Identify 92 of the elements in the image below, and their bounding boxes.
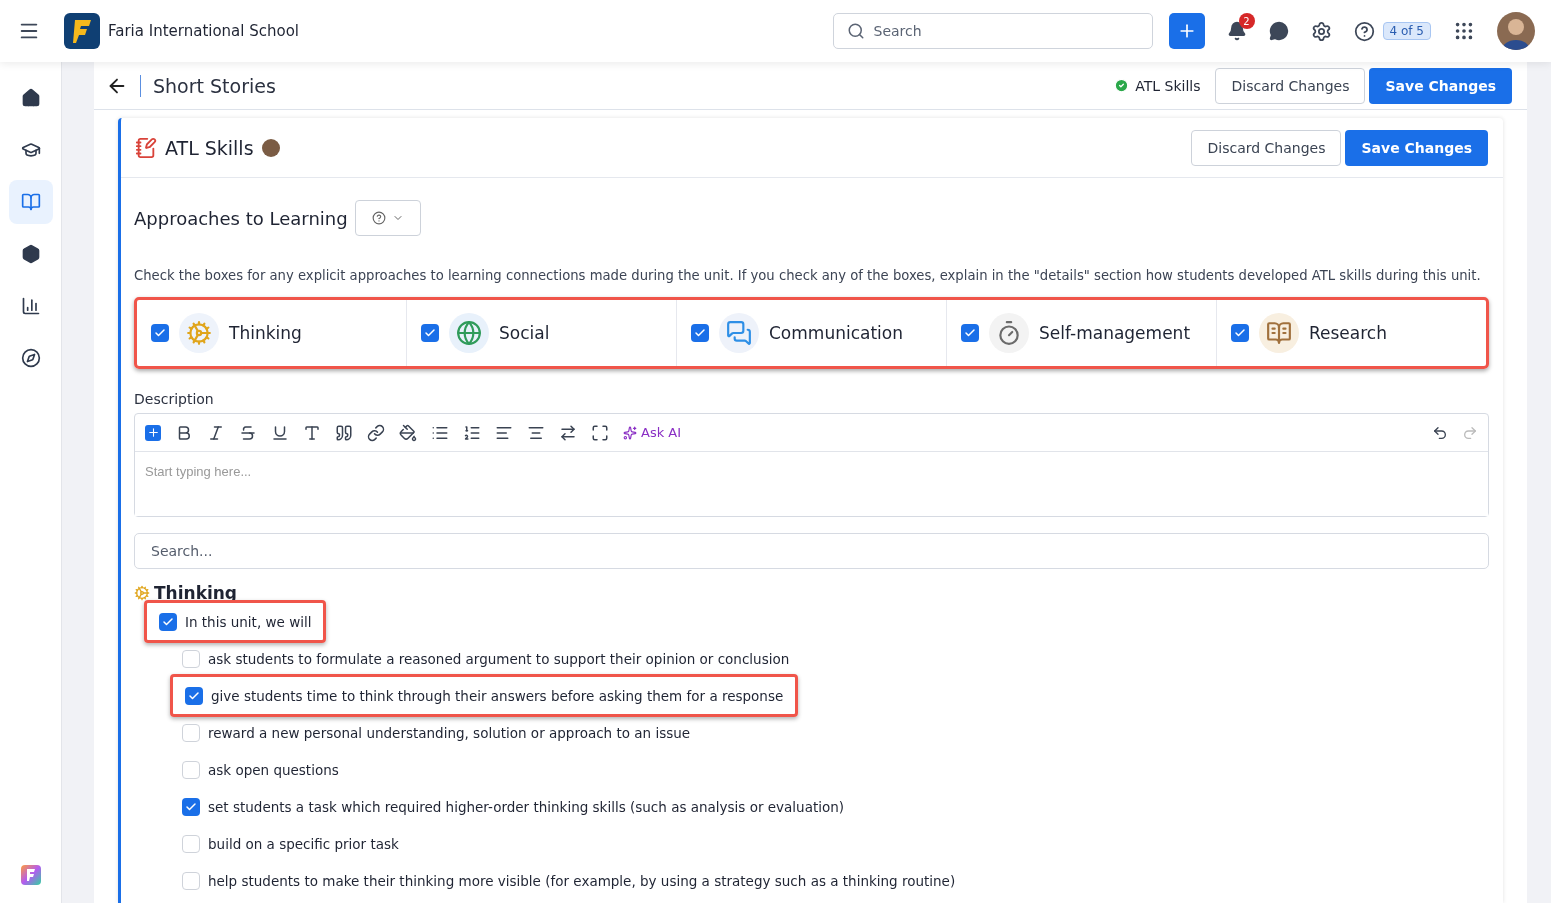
checklist-item[interactable]: build on a specific prior task	[182, 825, 399, 862]
checklist-item[interactable]: ask students to formulate a reasoned argument to support their opinion or conclusion	[182, 640, 790, 677]
checkbox[interactable]	[182, 871, 200, 890]
app-logo-icon[interactable]	[20, 865, 41, 885]
arrows-icon[interactable]	[559, 423, 577, 442]
skill-option[interactable]: Thinking	[137, 300, 407, 366]
fullscreen-icon[interactable]	[591, 423, 609, 442]
checklist-item[interactable]: In this unit, we will	[144, 600, 327, 643]
user-avatar	[261, 138, 280, 157]
school-logo	[64, 13, 100, 49]
check-icon	[964, 327, 976, 339]
book-icon	[20, 192, 41, 212]
gears-icon	[134, 585, 150, 601]
numbered-list-icon[interactable]	[463, 423, 481, 442]
checkbox[interactable]	[421, 324, 439, 342]
checkbox[interactable]	[182, 649, 200, 668]
self-management-icon	[989, 313, 1029, 353]
ask-ai-button[interactable]: Ask AI	[623, 425, 682, 440]
research-icon	[1259, 313, 1299, 353]
checkbox[interactable]	[961, 324, 979, 342]
apps-grid-icon[interactable]	[1453, 20, 1475, 42]
check-icon	[162, 615, 174, 628]
compass-icon	[20, 348, 41, 368]
box-icon	[20, 244, 41, 264]
checkbox[interactable]	[151, 324, 169, 342]
undo-icon[interactable]	[1432, 424, 1448, 441]
page-title: Short Stories	[153, 74, 276, 97]
save-button[interactable]: Save Changes	[1369, 67, 1512, 104]
checkbox[interactable]	[1231, 324, 1249, 342]
checklist-item[interactable]: ask open questions	[182, 751, 339, 788]
progress-badge[interactable]: 4 of 5	[1382, 22, 1431, 40]
add-button[interactable]	[1168, 13, 1205, 49]
checkbox[interactable]	[182, 760, 200, 779]
skill-option[interactable]: Social	[407, 300, 677, 366]
school-name: Faria International School	[108, 22, 300, 40]
notification-badge: 2	[1238, 13, 1255, 29]
thinking-icon	[179, 313, 219, 353]
checklist-item[interactable]: set students a task which required higher-order thinking skills (such as analysis or evaluation)	[182, 788, 845, 825]
plus-icon	[146, 426, 160, 439]
instructions-text: Check the boxes for any explicit approaches to learning connections made during the unit. If you check any of the boxes, explain in the "details" section how students developed ATL skills during this unit.	[134, 268, 1482, 283]
checkbox[interactable]	[182, 723, 200, 742]
user-avatar[interactable]	[1497, 12, 1535, 50]
skill-option[interactable]: Research	[1217, 300, 1486, 366]
school-icon	[20, 140, 41, 160]
chart-icon	[20, 296, 41, 316]
check-icon	[694, 327, 706, 339]
italic-icon[interactable]	[207, 423, 225, 442]
checkbox[interactable]	[691, 324, 709, 342]
underline-icon[interactable]	[271, 423, 289, 442]
add-button[interactable]	[145, 424, 161, 441]
search-field[interactable]: Search	[832, 13, 1153, 49]
check-icon	[1234, 327, 1246, 339]
save-button[interactable]: Save Changes	[1345, 129, 1488, 166]
checkbox[interactable]	[185, 686, 203, 705]
skill-option[interactable]: Self-management	[947, 300, 1217, 366]
card-title: ATL Skills	[165, 136, 254, 159]
search-icon	[846, 22, 865, 40]
checklist-item[interactable]: reward a new personal understanding, solution or approach to an issue	[182, 714, 691, 751]
section-title: Approaches to Learning	[134, 207, 348, 229]
discard-button[interactable]: Discard Changes	[1215, 67, 1366, 104]
check-icon	[185, 800, 197, 813]
check-icon	[154, 327, 166, 339]
sparkle-icon	[623, 425, 637, 440]
description-label: Description	[134, 391, 215, 407]
text-size-icon[interactable]	[303, 423, 321, 442]
checkbox[interactable]	[182, 797, 200, 816]
communication-icon	[719, 313, 759, 353]
group-title: Thinking	[154, 583, 238, 603]
quote-icon[interactable]	[335, 423, 353, 442]
help-icon	[371, 211, 386, 225]
notes-icon	[135, 136, 157, 159]
settings-icon[interactable]	[1310, 20, 1332, 42]
checklist-item[interactable]: give students time to think through their answers before asking them for a response	[170, 674, 799, 717]
link-icon[interactable]	[367, 423, 385, 442]
home-icon	[20, 88, 41, 108]
chat-icon[interactable]	[1268, 21, 1289, 41]
checkbox[interactable]	[159, 612, 177, 631]
checkbox[interactable]	[182, 834, 200, 853]
status-label: ATL Skills	[1135, 77, 1201, 94]
check-circle-icon	[1114, 78, 1130, 93]
search-field[interactable]: Search...	[134, 533, 1489, 569]
check-icon	[188, 689, 200, 702]
checklist-item[interactable]: help students to make their thinking more visible (for example, by using a strategy such as a thinking routine)	[182, 862, 956, 899]
help-icon[interactable]	[1353, 20, 1375, 42]
description-editor[interactable]: Ask AI Start typing here...	[134, 413, 1489, 517]
skill-option[interactable]: Communication	[677, 300, 947, 366]
social-icon	[449, 313, 489, 353]
strikethrough-icon[interactable]	[239, 423, 257, 442]
paint-bucket-icon[interactable]	[399, 423, 417, 442]
book-nav-item[interactable]	[8, 180, 53, 224]
discard-button[interactable]: Discard Changes	[1191, 129, 1342, 166]
check-icon	[424, 327, 436, 339]
